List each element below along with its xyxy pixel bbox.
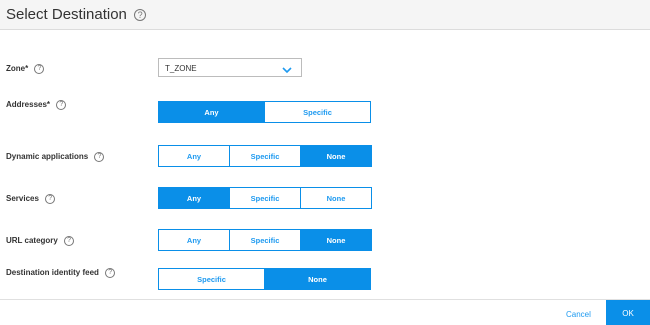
zone-label: Zone* ? <box>6 64 45 74</box>
services-any-button[interactable]: Any <box>158 187 230 209</box>
dynamic-applications-any-button[interactable]: Any <box>158 145 230 167</box>
dynamic-applications-none-button[interactable]: None <box>300 145 372 167</box>
addresses-label-text: Addresses* <box>6 100 51 110</box>
dialog-title-text: Select Destination <box>6 6 127 23</box>
help-icon[interactable]: ? <box>64 236 75 246</box>
addresses-toggle: Any Specific <box>158 101 371 123</box>
chevron-down-icon <box>281 62 293 80</box>
cancel-button[interactable]: Cancel <box>566 310 591 319</box>
url-category-toggle: Any Specific None <box>158 229 372 251</box>
help-icon[interactable]: ? <box>134 9 147 22</box>
dynamic-applications-toggle: Any Specific None <box>158 145 372 167</box>
services-none-button[interactable]: None <box>300 187 372 209</box>
url-category-none-button[interactable]: None <box>300 229 372 251</box>
dynamic-applications-specific-button[interactable]: Specific <box>229 145 301 167</box>
services-label-text: Services <box>6 194 39 204</box>
services-label: Services ? <box>6 194 56 204</box>
zone-select[interactable]: T_ZONE <box>158 58 302 77</box>
dialog-title: Select Destination ? <box>6 6 147 23</box>
ok-button[interactable]: OK <box>606 300 650 325</box>
help-icon[interactable]: ? <box>105 268 116 278</box>
services-toggle: Any Specific None <box>158 187 372 209</box>
destination-identity-feed-specific-button[interactable]: Specific <box>158 268 265 290</box>
zone-select-value: T_ZONE <box>165 64 197 73</box>
help-icon[interactable]: ? <box>94 152 105 162</box>
url-category-any-button[interactable]: Any <box>158 229 230 251</box>
help-icon[interactable]: ? <box>34 64 45 74</box>
addresses-label: Addresses* ? <box>6 100 67 110</box>
destination-identity-feed-none-button[interactable]: None <box>264 268 371 290</box>
dialog-footer: Cancel OK <box>0 299 650 325</box>
addresses-specific-button[interactable]: Specific <box>264 101 371 123</box>
url-category-specific-button[interactable]: Specific <box>229 229 301 251</box>
url-category-label-text: URL category <box>6 236 58 246</box>
destination-identity-feed-label: Destination identity feed ? <box>6 268 116 278</box>
url-category-label: URL category ? <box>6 236 75 246</box>
addresses-any-button[interactable]: Any <box>158 101 265 123</box>
help-icon[interactable]: ? <box>45 194 56 204</box>
dynamic-applications-label: Dynamic applications ? <box>6 152 105 162</box>
destination-identity-feed-toggle: Specific None <box>158 268 371 290</box>
destination-identity-feed-label-text: Destination identity feed <box>6 268 99 278</box>
dynamic-applications-label-text: Dynamic applications <box>6 152 89 162</box>
services-specific-button[interactable]: Specific <box>229 187 301 209</box>
zone-label-text: Zone* <box>6 64 29 74</box>
dialog-header: Select Destination ? <box>0 0 650 30</box>
help-icon[interactable]: ? <box>56 100 67 110</box>
